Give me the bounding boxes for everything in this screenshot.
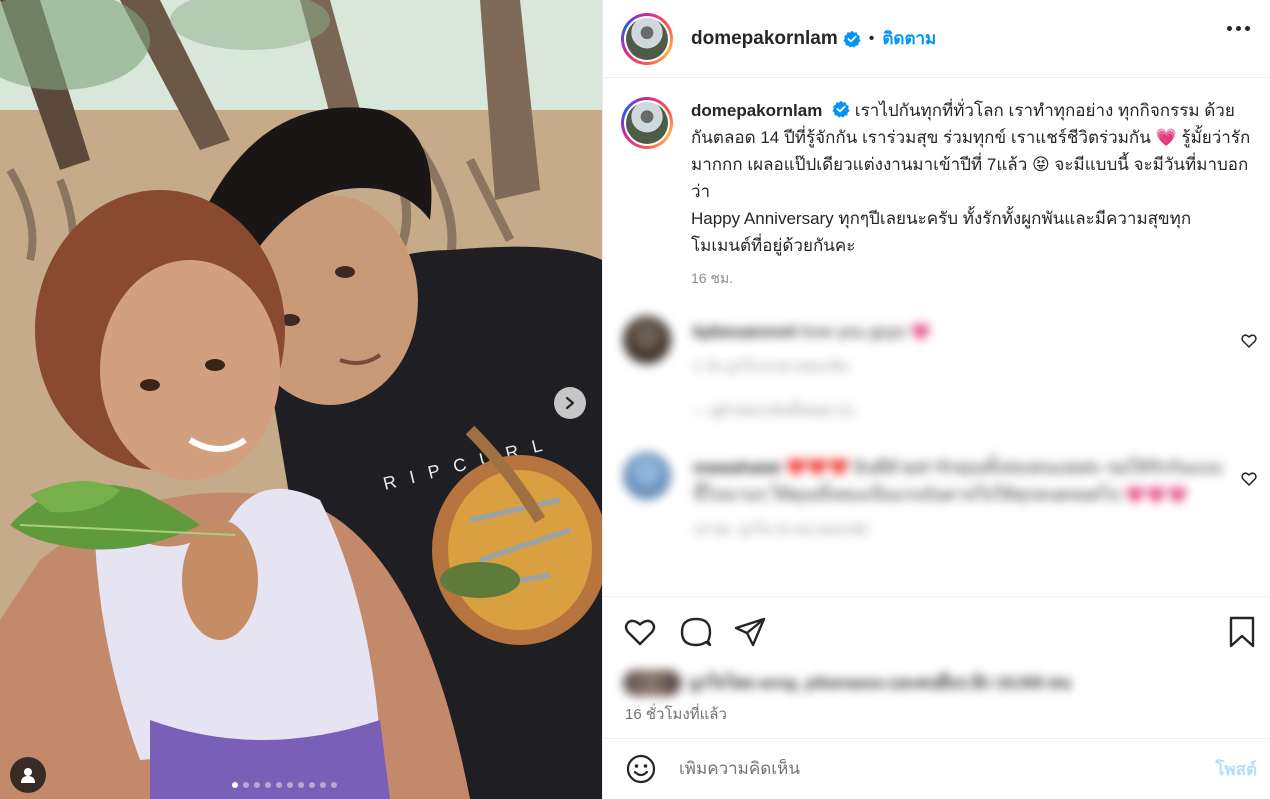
comment-input[interactable] — [679, 759, 1179, 779]
comment-text: love you guys 💗 — [801, 322, 932, 341]
photo-scene: RIPCURL — [0, 0, 602, 799]
comment-item: kpbeuanovel love you guys 💗 1 วัน ถูกใจ … — [623, 316, 1263, 426]
verified-badge-icon — [832, 100, 850, 118]
comment-like-icon[interactable] — [1241, 471, 1257, 487]
follow-button[interactable]: ติดตาม — [882, 25, 936, 52]
verified-badge-icon — [843, 30, 861, 48]
tagged-users-button[interactable] — [10, 757, 46, 793]
post-details-panel: domepakornlam • ติดตาม domepakornlam เรา… — [602, 0, 1270, 799]
carousel-dot — [287, 782, 293, 788]
caption-time[interactable]: 16 ชม. — [691, 265, 1251, 292]
comment-meta: 1 วัน ถูกใจ 6 คน ตอบกลับ — [693, 358, 849, 374]
carousel-indicator — [232, 782, 337, 788]
posted-time[interactable]: 16 ชั่วโมงที่แล้ว — [625, 702, 727, 726]
carousel-dot — [320, 782, 326, 788]
likes-text: ถูกใจโดย aong_pikanaaoa และคนอื่นๆ อีก 1… — [689, 674, 1071, 692]
view-replies-link[interactable]: — ดูคำตอบกลับทั้งหมด (1) — [693, 400, 854, 422]
post-header: domepakornlam • ติดตาม — [603, 0, 1270, 78]
carousel-dot — [243, 782, 249, 788]
carousel-dot — [276, 782, 282, 788]
carousel-dot — [298, 782, 304, 788]
carousel-dot — [265, 782, 271, 788]
user-tag-icon — [21, 768, 35, 783]
action-bar — [603, 596, 1270, 666]
emoji-icon[interactable] — [625, 753, 657, 785]
carousel-dot — [254, 782, 260, 788]
post-comment-button[interactable]: โพสต์ — [1215, 756, 1257, 783]
share-icon[interactable] — [733, 615, 767, 649]
comment-username[interactable]: mawahatat — [693, 458, 781, 477]
post-caption: domepakornlam เราไปกันทุกที่ทั่วโลก เราท… — [621, 97, 1261, 292]
comment-username[interactable]: kpbeuanovel — [693, 322, 797, 341]
header-username[interactable]: domepakornlam — [691, 28, 838, 50]
comment-meta: 13 ชม. ถูกใจ 24 คน ตอบกลับ — [693, 521, 870, 537]
caption-username[interactable]: domepakornlam — [691, 101, 822, 120]
more-options-icon[interactable] — [1227, 26, 1250, 31]
carousel-next-button[interactable] — [554, 387, 586, 419]
comment-item: mawahatat ❤️❤️❤️ ยินดีด้วยค่ารักคุณทั้งส… — [623, 452, 1263, 572]
post-photo[interactable]: RIPCURL — [0, 0, 602, 799]
chevron-right-icon — [565, 396, 575, 410]
avatar[interactable] — [621, 12, 673, 65]
bookmark-icon[interactable] — [1225, 615, 1259, 649]
carousel-dot-active — [232, 782, 238, 788]
carousel-dot — [331, 782, 337, 788]
caption-avatar[interactable] — [621, 97, 673, 149]
commenter-avatar[interactable] — [623, 452, 671, 500]
heart-icon[interactable] — [623, 615, 657, 649]
likes-summary[interactable]: ถูกใจโดย aong_pikanaaoa และคนอื่นๆ อีก 1… — [623, 670, 1071, 696]
comment-like-icon[interactable] — [1241, 333, 1257, 349]
carousel-dot — [309, 782, 315, 788]
caption-text-2: Happy Anniversary ทุกๆปีเลยนะครับ ทั้งรั… — [691, 209, 1192, 255]
add-comment-bar: โพสต์ — [603, 738, 1270, 799]
caption-text-block: domepakornlam เราไปกันทุกที่ทั่วโลก เราท… — [691, 97, 1251, 205]
liker-avatars — [623, 670, 681, 696]
comment-icon[interactable] — [679, 615, 713, 649]
separator: • — [868, 29, 875, 47]
commenter-avatar[interactable] — [623, 316, 671, 364]
